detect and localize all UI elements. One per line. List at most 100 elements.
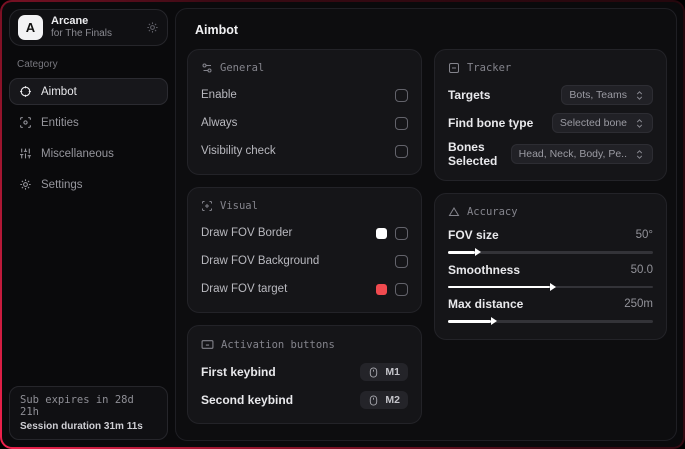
sidebar: A Arcane for The Finals Category Aimbot … (2, 2, 175, 447)
section-title: Activation buttons (221, 338, 335, 351)
setting-row: Draw FOV Background (201, 250, 408, 272)
app-name: Arcane (51, 15, 89, 28)
slider-value: 250m (624, 298, 653, 310)
select-value: Selected bone (559, 117, 627, 129)
setting-label: Visibility check (201, 145, 276, 157)
dropdown-label: Targets (447, 88, 491, 102)
keybind-value: M2 (385, 394, 400, 406)
sidebar-item-settings[interactable]: Settings (9, 171, 168, 198)
max-distance-slider[interactable] (447, 320, 653, 323)
app-logo: A (18, 15, 43, 40)
visual-card: Visual Draw FOV Border Draw FOV Backgrou… (187, 187, 422, 313)
section-title: General (220, 62, 265, 74)
max-distance-slider-group: Max distance 250m (447, 297, 653, 323)
select-value: Bots, Teams (569, 89, 627, 101)
general-card-header: General (201, 62, 408, 74)
subscription-card: Sub expires in 28d 21h Session duration … (9, 386, 168, 440)
app-header-card: A Arcane for The Finals (9, 9, 168, 46)
keybind-label: First keybind (201, 365, 276, 379)
app-titles: Arcane for The Finals (51, 15, 138, 39)
sliders-icon (19, 147, 32, 160)
section-title: Visual (220, 200, 258, 212)
content-columns: General Enable Always Visibility check V… (187, 49, 667, 424)
slider-label: Max distance (447, 297, 524, 311)
fov-size-slider-group: FOV size 50° (447, 228, 653, 254)
visual-card-header: Visual (201, 200, 408, 212)
targets-select[interactable]: Bots, Teams (561, 85, 653, 105)
setting-label: Always (201, 117, 238, 129)
first-keybind-button[interactable]: M1 (360, 363, 408, 381)
setting-row: Draw FOV target (201, 278, 408, 300)
general-card: General Enable Always Visibility check (187, 49, 422, 175)
draw-fov-background-checkbox[interactable] (394, 254, 408, 268)
sub-expiry-text: Sub expires in 28d 21h (20, 394, 134, 418)
activation-card-header: Activation buttons (201, 338, 408, 351)
fov-target-color-swatch[interactable] (375, 283, 387, 295)
chevrons-up-down-icon (634, 118, 645, 129)
keybind-row: Second keybind M2 (201, 389, 408, 411)
scan-eye-icon (19, 116, 32, 129)
second-keybind-button[interactable]: M2 (360, 391, 408, 409)
accuracy-card: Accuracy FOV size 50° Smoothness 50.0 Ma… (433, 193, 667, 340)
setting-row: Always (201, 112, 408, 134)
crosshair-icon (19, 85, 32, 98)
always-checkbox[interactable] (394, 116, 408, 130)
fov-border-color-swatch[interactable] (375, 227, 387, 239)
draw-fov-border-checkbox[interactable] (394, 226, 408, 240)
gear-icon (19, 178, 32, 191)
window-frame: A Arcane for The Finals Category Aimbot … (0, 0, 685, 449)
dropdown-row: Find bone type Selected bone (448, 112, 653, 134)
app-subtitle: for The Finals (51, 28, 112, 40)
bones-selected-select[interactable]: Head, Neck, Body, Pe.. (510, 144, 653, 164)
section-title: Accuracy (466, 206, 518, 218)
slider-fill (447, 320, 492, 323)
chevrons-up-down-icon (634, 149, 645, 160)
setting-label: Enable (201, 89, 237, 101)
slider-value: 50.0 (630, 263, 653, 276)
dropdown-row: Bones Selected Head, Neck, Body, Pe.. (448, 140, 653, 168)
smoothness-slider[interactable] (447, 285, 653, 288)
app-window: A Arcane for The Finals Category Aimbot … (2, 2, 683, 447)
slider-fill (447, 251, 475, 254)
mouse-icon (368, 394, 379, 406)
slider-value: 50° (635, 229, 653, 241)
slider-label: FOV size (447, 228, 499, 242)
sidebar-item-label: Aimbot (41, 85, 77, 98)
sidebar-item-label: Miscellaneous (41, 147, 114, 160)
keybind-row: First keybind M1 (201, 361, 408, 383)
fov-size-slider[interactable] (447, 251, 653, 254)
sidebar-item-miscellaneous[interactable]: Miscellaneous (9, 140, 168, 167)
setting-row: Draw FOV Border (201, 222, 408, 244)
find-bone-type-select[interactable]: Selected bone (551, 113, 653, 133)
session-duration-text: Session duration 31m 11s (20, 421, 143, 432)
visibility-check-checkbox[interactable] (394, 144, 408, 158)
triangle-icon (448, 206, 460, 218)
left-column: General Enable Always Visibility check V… (187, 49, 422, 424)
section-title: Tracker (466, 62, 512, 74)
gear-icon[interactable] (146, 21, 159, 34)
focus-icon (201, 200, 213, 212)
main-panel: Aimbot General Enable Always Visibility … (175, 8, 677, 441)
activation-card: Activation buttons First keybind M1 Seco… (187, 325, 422, 424)
sidebar-item-entities[interactable]: Entities (9, 109, 168, 136)
enable-checkbox[interactable] (394, 88, 408, 102)
chevrons-up-down-icon (634, 90, 645, 101)
setting-label: Draw FOV target (201, 283, 288, 295)
keyboard-icon (201, 338, 214, 351)
mouse-icon (368, 366, 379, 378)
draw-fov-target-checkbox[interactable] (394, 282, 408, 296)
select-value: Head, Neck, Body, Pe.. (518, 148, 627, 160)
sidebar-item-aimbot[interactable]: Aimbot (9, 78, 168, 105)
slider-label: Smoothness (447, 262, 520, 277)
slider-fill (447, 285, 551, 288)
sidebar-nav: Aimbot Entities Miscellaneous Settings (9, 78, 168, 198)
dropdown-label: Find bone type (447, 116, 534, 130)
smoothness-slider-group: Smoothness 50.0 (447, 262, 653, 288)
tracker-card: Tracker Targets Bots, Teams Find bone ty… (433, 49, 667, 181)
setting-label: Draw FOV Background (201, 255, 320, 267)
category-label: Category (17, 59, 58, 70)
page-title: Aimbot (195, 23, 239, 37)
keybind-value: M1 (385, 366, 400, 378)
settings-sliders-icon (201, 62, 213, 74)
square-minus-icon (448, 62, 460, 74)
